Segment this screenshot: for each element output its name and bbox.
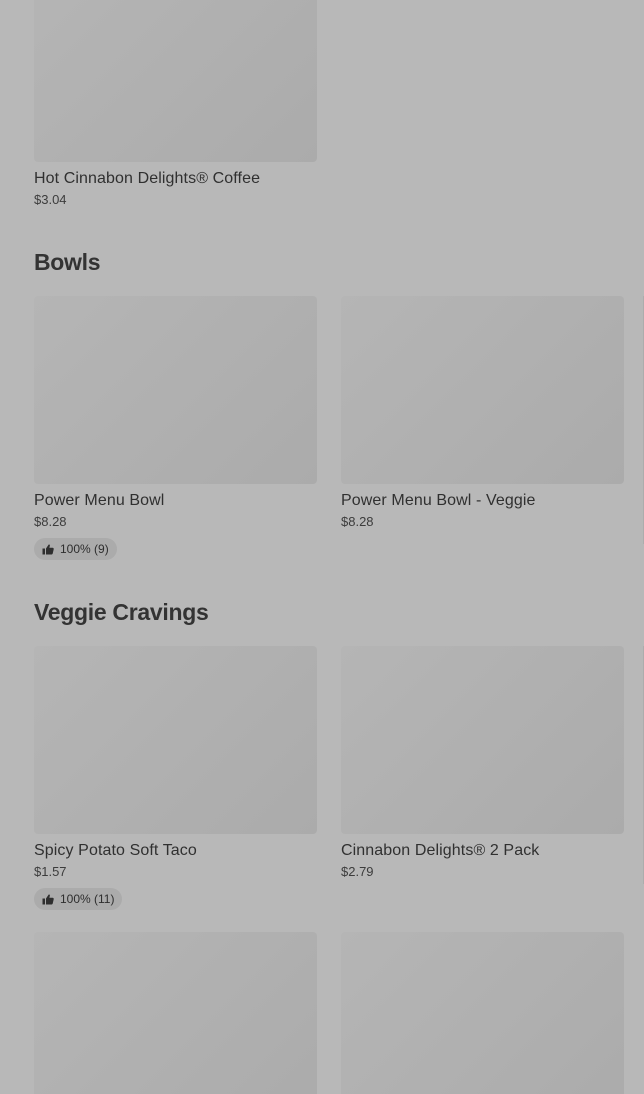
item-image[interactable] (34, 0, 317, 162)
section-title-veggie-cravings: Veggie Cravings (34, 599, 209, 625)
item-image[interactable] (34, 932, 317, 1094)
rating-badge: 100% (9) (34, 538, 117, 560)
item-price: $8.28 (341, 514, 374, 529)
item-name: Spicy Potato Soft Taco (34, 842, 197, 859)
item-price: $2.79 (341, 864, 374, 879)
menu-item-card[interactable]: Power Menu Bowl $8.28 100% (9) (34, 296, 317, 560)
menu-item-card[interactable]: Cinnabon Delights® 2 Pack $2.79 (341, 646, 624, 881)
item-name: Hot Cinnabon Delights® Coffee (34, 170, 261, 187)
menu-page: Hot Cinnabon Delights® Coffee $3.04 Bowl… (0, 0, 644, 1094)
item-name: Power Menu Bowl - Veggie (341, 492, 536, 509)
item-image[interactable] (341, 932, 624, 1094)
thumbs-up-icon (42, 893, 54, 904)
item-image[interactable] (341, 296, 624, 484)
rating-text: 100% (9) (60, 542, 109, 556)
thumbs-up-icon (42, 543, 54, 554)
menu-item-card[interactable]: Spicy Potato Soft Taco $1.57 100% (11) (34, 646, 317, 910)
item-price: $8.28 (34, 514, 67, 529)
item-image[interactable] (34, 646, 317, 834)
rating-badge: 100% (11) (34, 888, 123, 910)
item-name: Power Menu Bowl (34, 492, 165, 509)
item-image[interactable] (34, 296, 317, 484)
item-image[interactable] (341, 646, 624, 834)
item-price: $1.57 (34, 864, 67, 879)
item-name: Cinnabon Delights® 2 Pack (341, 842, 540, 859)
menu-item-card[interactable]: Power Menu Bowl - Veggie $8.28 (341, 296, 624, 531)
menu-item-card[interactable] (34, 932, 317, 1094)
menu-item-card[interactable] (341, 932, 624, 1094)
section-title-bowls: Bowls (34, 249, 101, 275)
menu-item-card[interactable]: Hot Cinnabon Delights® Coffee $3.04 (34, 0, 317, 209)
item-price: $3.04 (34, 192, 67, 207)
rating-text: 100% (11) (60, 892, 115, 906)
